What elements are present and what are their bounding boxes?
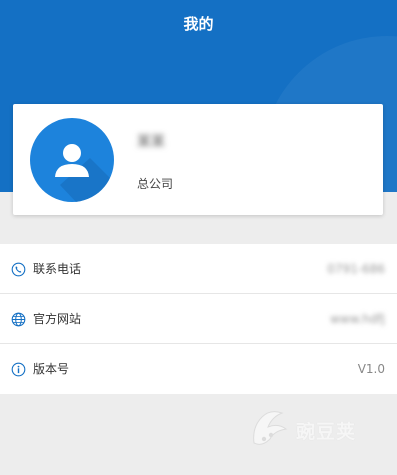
profile-card[interactable]: 某某 总公司: [13, 104, 383, 215]
official-website-row[interactable]: 官方网站 www.hdfj: [0, 294, 397, 344]
user-avatar-icon[interactable]: [30, 118, 114, 202]
page-title: 我的: [183, 15, 214, 33]
version-label: 版本号: [33, 362, 70, 376]
phone-icon: [11, 262, 26, 277]
info-list: 联系电话 0791-686 官方网站 www.hdfj 版本号 V1.0: [0, 244, 397, 394]
version-row[interactable]: 版本号 V1.0: [0, 344, 397, 394]
official-website-label: 官方网站: [33, 312, 82, 326]
watermark-logo: 豌豆荚: [248, 405, 368, 455]
version-value: V1.0: [357, 362, 385, 376]
contact-phone-label: 联系电话: [33, 262, 82, 276]
info-icon: [11, 362, 26, 377]
watermark-text: 豌豆荚: [296, 421, 357, 443]
contact-phone-row[interactable]: 联系电话 0791-686: [0, 244, 397, 294]
globe-icon: [11, 312, 26, 327]
contact-phone-value: 0791-686: [327, 262, 385, 276]
organization-name: 总公司: [137, 177, 174, 191]
user-name: 某某: [137, 134, 165, 150]
official-website-value: www.hdfj: [330, 312, 385, 326]
